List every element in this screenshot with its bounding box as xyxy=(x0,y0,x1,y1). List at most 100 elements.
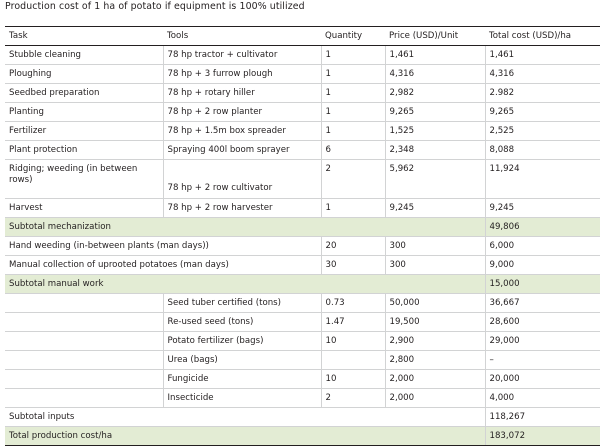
input-item-cell: Insecticide xyxy=(162,388,321,408)
header-quantity: Quantity xyxy=(321,26,385,46)
input-item-cell: Urea (bags) xyxy=(162,350,321,370)
quantity-cell: 1.47 xyxy=(320,312,385,332)
table-row: Insecticide 2 2,000 4,000 xyxy=(5,388,600,408)
price-cell: 2,000 xyxy=(384,388,485,408)
quantity-cell: 10 xyxy=(320,331,385,351)
header-total-cost: Total cost (USD)/ha xyxy=(485,26,600,46)
tools-cell: Spraying 400l boom sprayer xyxy=(162,140,321,160)
subtotal-value: 49,806 xyxy=(484,217,600,237)
quantity-cell: 1 xyxy=(320,198,385,218)
price-cell: 2,000 xyxy=(384,369,485,389)
total-cell: 36,667 xyxy=(484,293,600,313)
subtotal-row-manual: Subtotal manual work 15,000 xyxy=(5,274,600,294)
table-row: Harvest 78 hp + 2 row harvester 1 9,245 … xyxy=(5,198,600,218)
task-cell-empty xyxy=(5,312,163,332)
price-cell: 300 xyxy=(384,236,485,256)
total-cell: 1,461 xyxy=(484,45,600,65)
input-item-cell: Fungicide xyxy=(162,369,321,389)
total-cell: 28,600 xyxy=(484,312,600,332)
total-cell: 20,000 xyxy=(484,369,600,389)
tools-cell: 78 hp + 2 row harvester xyxy=(162,198,321,218)
quantity-cell: 30 xyxy=(320,255,385,275)
table-row: Seed tuber certified (tons) 0.73 50,000 … xyxy=(5,293,600,313)
quantity-cell: 1 xyxy=(320,64,385,84)
price-cell: 19,500 xyxy=(384,312,485,332)
quantity-cell: 1 xyxy=(320,102,385,122)
quantity-cell: 10 xyxy=(320,369,385,389)
quantity-cell: 0.73 xyxy=(320,293,385,313)
table-row: Stubble cleaning 78 hp tractor + cultiva… xyxy=(5,45,600,65)
input-item-cell: Re-used seed (tons) xyxy=(162,312,321,332)
task-cell-empty xyxy=(5,388,163,408)
total-cell: 8,088 xyxy=(484,140,600,160)
total-cell: 29,000 xyxy=(484,331,600,351)
subtotal-label: Subtotal mechanization xyxy=(5,217,485,237)
subtotal-label: Subtotal manual work xyxy=(5,274,485,294)
price-cell: 1,461 xyxy=(384,45,485,65)
price-cell: 2,900 xyxy=(384,331,485,351)
tools-cell: 78 hp + 2 row planter xyxy=(162,102,321,122)
task-cell-empty xyxy=(5,293,163,313)
input-item-cell: Potato fertilizer (bags) xyxy=(162,331,321,351)
task-cell: Plant protection xyxy=(5,140,163,160)
quantity-cell: 6 xyxy=(320,140,385,160)
document-page: Production cost of 1 ha of potato if equ… xyxy=(0,0,605,446)
task-cell: Stubble cleaning xyxy=(5,45,163,65)
table-row: Re-used seed (tons) 1.47 19,500 28,600 xyxy=(5,312,600,332)
task-cell: Fertilizer xyxy=(5,121,163,141)
subtotal-row-inputs: Subtotal inputs 118,267 xyxy=(5,407,600,427)
task-cell: Hand weeding (in-between plants (man day… xyxy=(5,236,321,256)
table-caption: Production cost of 1 ha of potato if equ… xyxy=(5,1,305,12)
total-cell: 9,000 xyxy=(484,255,600,275)
total-cell: 9,245 xyxy=(484,198,600,218)
total-cell: 4,316 xyxy=(484,64,600,84)
subtotal-label: Subtotal inputs xyxy=(5,407,485,427)
table-row: Hand weeding (in-between plants (man day… xyxy=(5,236,600,256)
total-cell: – xyxy=(484,350,600,370)
subtotal-value: 118,267 xyxy=(484,407,600,427)
task-cell: Ridging; weeding (in between rows) xyxy=(5,159,163,199)
table-row: Potato fertilizer (bags) 10 2,900 29,000 xyxy=(5,331,600,351)
subtotal-value: 15,000 xyxy=(484,274,600,294)
total-value: 183,072 xyxy=(484,426,600,446)
total-label: Total production cost/ha xyxy=(5,426,485,446)
header-task: Task xyxy=(5,26,163,46)
price-cell: 2,800 xyxy=(384,350,485,370)
table-row: Ridging; weeding (in between rows) 78 hp… xyxy=(5,159,600,199)
price-cell: 9,245 xyxy=(384,198,485,218)
task-cell: Planting xyxy=(5,102,163,122)
price-cell: 50,000 xyxy=(384,293,485,313)
quantity-cell: 1 xyxy=(320,121,385,141)
tools-cell: 78 hp + 2 row cultivator xyxy=(162,159,321,199)
price-cell: 2,982 xyxy=(384,83,485,103)
task-cell: Manual collection of uprooted potatoes (… xyxy=(5,255,321,275)
task-cell: Harvest xyxy=(5,198,163,218)
tools-cell: 78 hp + 3 furrow plough xyxy=(162,64,321,84)
table-row: Plant protection Spraying 400l boom spra… xyxy=(5,140,600,160)
table-row: Ploughing 78 hp + 3 furrow plough 1 4,31… xyxy=(5,64,600,84)
total-cell: 2,525 xyxy=(484,121,600,141)
subtotal-row-mechanization: Subtotal mechanization 49,806 xyxy=(5,217,600,237)
quantity-cell: 20 xyxy=(320,236,385,256)
total-cell: 9,265 xyxy=(484,102,600,122)
total-cell: 2.982 xyxy=(484,83,600,103)
quantity-cell: 1 xyxy=(320,45,385,65)
task-cell: Seedbed preparation xyxy=(5,83,163,103)
input-item-cell: Seed tuber certified (tons) xyxy=(162,293,321,313)
total-cell: 4,000 xyxy=(484,388,600,408)
quantity-cell: 1 xyxy=(320,83,385,103)
price-cell: 4,316 xyxy=(384,64,485,84)
total-production-row: Total production cost/ha 183,072 xyxy=(5,426,600,446)
quantity-cell xyxy=(320,350,385,370)
header-tools: Tools xyxy=(163,26,321,46)
task-cell: Ploughing xyxy=(5,64,163,84)
price-cell: 5,962 xyxy=(384,159,485,199)
total-cell: 11,924 xyxy=(484,159,600,199)
table-row: Seedbed preparation 78 hp + rotary hille… xyxy=(5,83,600,103)
price-cell: 1,525 xyxy=(384,121,485,141)
table-row: Fungicide 10 2,000 20,000 xyxy=(5,369,600,389)
quantity-cell: 2 xyxy=(320,388,385,408)
task-cell-empty xyxy=(5,331,163,351)
tools-cell: 78 hp tractor + cultivator xyxy=(162,45,321,65)
price-cell: 2,348 xyxy=(384,140,485,160)
